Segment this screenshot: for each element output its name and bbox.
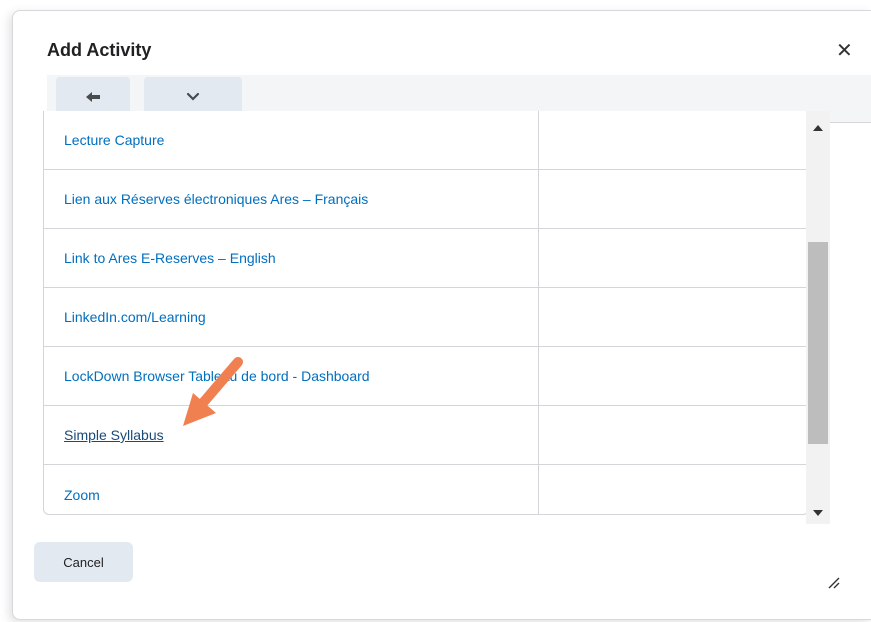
- scroll-up-icon[interactable]: [806, 119, 830, 137]
- activity-link-ares-francais[interactable]: Lien aux Réserves électroniques Ares – F…: [64, 191, 368, 207]
- close-icon[interactable]: ✕: [836, 41, 853, 61]
- list-item-extra-cell: [539, 406, 808, 464]
- list-item: LinkedIn.com/Learning: [44, 288, 808, 347]
- activity-link-simple-syllabus[interactable]: Simple Syllabus: [64, 427, 164, 443]
- scroll-down-icon[interactable]: [806, 504, 830, 522]
- list-item: Lien aux Réserves électroniques Ares – F…: [44, 170, 808, 229]
- activity-link-zoom[interactable]: Zoom: [64, 487, 100, 503]
- dialog-title: Add Activity: [47, 40, 152, 60]
- list-item: Simple Syllabus: [44, 406, 808, 465]
- resize-handle-icon[interactable]: [826, 575, 840, 589]
- activity-link-ares-english[interactable]: Link to Ares E-Reserves – English: [64, 250, 276, 266]
- activity-link-linkedin-learning[interactable]: LinkedIn.com/Learning: [64, 309, 206, 325]
- list-item-extra-cell: [539, 170, 808, 228]
- list-item-extra-cell: [539, 111, 808, 169]
- list-item-extra-cell: [539, 465, 808, 514]
- arrow-left-icon: [86, 92, 100, 102]
- scrollbar-thumb[interactable]: [808, 242, 828, 444]
- list-item: Lecture Capture: [44, 111, 808, 170]
- cancel-button[interactable]: Cancel: [34, 542, 133, 582]
- activity-link-lecture-capture[interactable]: Lecture Capture: [64, 132, 164, 148]
- chevron-down-icon: [186, 92, 200, 101]
- activity-link-lockdown-browser[interactable]: LockDown Browser Tableau de bord - Dashb…: [64, 368, 370, 384]
- activity-list: Lecture Capture Lien aux Réserves électr…: [43, 111, 809, 515]
- list-item-extra-cell: [539, 288, 808, 346]
- list-item: Zoom: [44, 465, 808, 514]
- list-item: Link to Ares E-Reserves – English: [44, 229, 808, 288]
- list-scrollbar[interactable]: [806, 111, 830, 524]
- list-item-extra-cell: [539, 347, 808, 405]
- list-item-extra-cell: [539, 229, 808, 287]
- list-item: LockDown Browser Tableau de bord - Dashb…: [44, 347, 808, 406]
